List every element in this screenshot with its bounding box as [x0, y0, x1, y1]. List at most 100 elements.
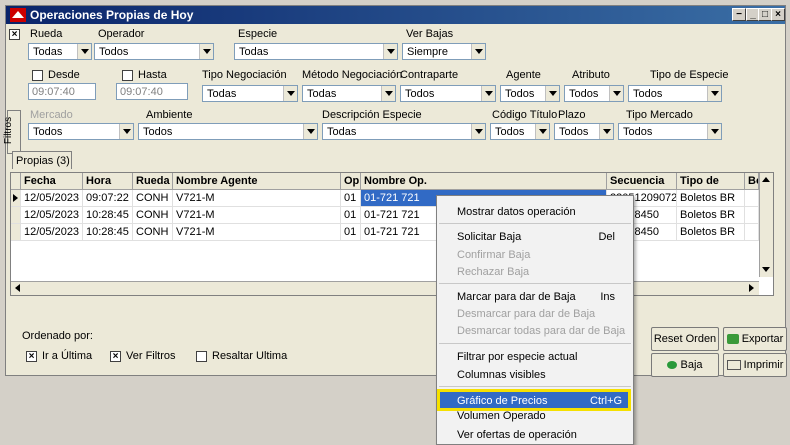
- contraparte-select[interactable]: Todos: [400, 85, 496, 102]
- column-header[interactable]: Hora: [83, 173, 133, 190]
- tipo-negociacion-select[interactable]: Todas: [202, 85, 298, 102]
- table-cell[interactable]: 10:28:45: [83, 207, 133, 224]
- exportar-button[interactable]: Exportar: [723, 327, 787, 351]
- menu-item-volumen-operado[interactable]: Volumen Operado: [457, 410, 546, 422]
- especie-select[interactable]: Todas: [234, 43, 398, 60]
- ir-ultima-checkbox[interactable]: ×: [26, 351, 37, 362]
- horizontal-scrollbar[interactable]: [11, 281, 759, 295]
- table-cell[interactable]: 12/05/2023: [21, 207, 83, 224]
- imprimir-button[interactable]: Imprimir: [723, 353, 787, 377]
- scroll-down-icon[interactable]: [762, 267, 770, 272]
- table-cell[interactable]: CONH: [133, 207, 173, 224]
- tipo-mercado-select[interactable]: Todos: [618, 123, 722, 140]
- menu-item-rechazar-baja[interactable]: Rechazar Baja: [457, 266, 529, 278]
- menu-item-mostrar-datos[interactable]: Mostrar datos operación: [457, 206, 576, 218]
- scroll-up-icon[interactable]: [762, 177, 770, 182]
- menu-item-solicitar-baja[interactable]: Solicitar Baja Del: [457, 231, 615, 243]
- baja-button[interactable]: Baja: [651, 353, 719, 377]
- desde-value: 09:07:40: [32, 86, 75, 98]
- resaltar-ultima-checkbox[interactable]: [196, 351, 207, 362]
- table-cell[interactable]: V721-M: [173, 190, 341, 207]
- chevron-down-icon: [707, 124, 721, 139]
- row-indicator-header: [11, 173, 21, 190]
- hasta-checkbox[interactable]: [122, 70, 133, 81]
- desde-checkbox[interactable]: [32, 70, 43, 81]
- reset-orden-button[interactable]: Reset Orden: [651, 327, 719, 351]
- mercado-select[interactable]: Todos: [28, 123, 134, 140]
- table-cell[interactable]: 01: [341, 190, 361, 207]
- menu-item-marcar-baja[interactable]: Marcar para dar de Baja Ins: [457, 291, 615, 303]
- filters-side-tab[interactable]: Filtros: [3, 110, 21, 154]
- ver-bajas-select[interactable]: Siempre: [402, 43, 486, 60]
- table-cell[interactable]: Boletos BR: [677, 207, 745, 224]
- table-cell[interactable]: 10:28:45: [83, 224, 133, 241]
- operador-label: Operador: [98, 28, 145, 40]
- close-icon[interactable]: ×: [771, 8, 785, 21]
- hasta-value: 09:07:40: [120, 86, 163, 98]
- column-header[interactable]: Bolet: [745, 173, 759, 190]
- menu-item-filtrar-especie[interactable]: Filtrar por especie actual: [457, 351, 577, 363]
- table-cell[interactable]: CONH: [133, 190, 173, 207]
- descripcion-especie-select[interactable]: Todas: [322, 123, 486, 140]
- ordenado-por-label: Ordenado por:: [22, 330, 93, 342]
- table-cell[interactable]: 12/05/2023: [21, 190, 83, 207]
- menu-item-ver-ofertas[interactable]: Ver ofertas de operación: [457, 429, 577, 441]
- close-filters-icon[interactable]: ×: [9, 29, 20, 40]
- hasta-input[interactable]: 09:07:40: [116, 83, 188, 100]
- table-cell[interactable]: [745, 190, 759, 207]
- row-indicator[interactable]: [11, 190, 21, 207]
- ver-filtros-label: Ver Filtros: [126, 350, 176, 362]
- tipo-mercado-value: Todos: [623, 126, 653, 138]
- codigo-titulo-select[interactable]: Todos: [490, 123, 550, 140]
- vertical-scrollbar[interactable]: [759, 173, 773, 277]
- table-cell[interactable]: V721-M: [173, 207, 341, 224]
- table-cell[interactable]: Boletos BR: [677, 190, 745, 207]
- rueda-select[interactable]: Todas: [28, 43, 92, 60]
- operador-value: Todos: [99, 46, 129, 58]
- plazo-select[interactable]: Todos: [554, 123, 614, 140]
- tab-propias[interactable]: Propias (3): [12, 151, 72, 169]
- column-header[interactable]: Secuencia: [607, 173, 677, 190]
- mercado-value: Todos: [33, 126, 63, 138]
- column-header[interactable]: Tipo de: [677, 173, 745, 190]
- table-cell[interactable]: [745, 207, 759, 224]
- menu-item-label: Confirmar Baja: [457, 249, 531, 261]
- menu-item-grafico-precios[interactable]: Gráfico de Precios Ctrl+G: [437, 389, 631, 411]
- table-cell[interactable]: 01: [341, 207, 361, 224]
- row-indicator[interactable]: [11, 207, 21, 224]
- atributo-select[interactable]: Todos: [564, 85, 624, 102]
- menu-item-desmarcar-baja[interactable]: Desmarcar para dar de Baja: [457, 308, 595, 320]
- tipo-especie-select[interactable]: Todos: [628, 85, 722, 102]
- table-cell[interactable]: CONH: [133, 224, 173, 241]
- ambiente-select[interactable]: Todos: [138, 123, 318, 140]
- column-header[interactable]: Fecha: [21, 173, 83, 190]
- table-cell[interactable]: 01: [341, 224, 361, 241]
- table-cell[interactable]: [745, 224, 759, 241]
- hasta-label: Hasta: [138, 69, 167, 81]
- row-indicator[interactable]: [11, 224, 21, 241]
- scroll-left-icon[interactable]: [15, 284, 20, 292]
- table-cell[interactable]: 12/05/2023: [21, 224, 83, 241]
- menu-item-desmarcar-todas[interactable]: Desmarcar todas para dar de Baja: [457, 325, 625, 337]
- column-header[interactable]: Op.: [341, 173, 361, 190]
- metodo-negociacion-select[interactable]: Todas: [302, 85, 396, 102]
- operador-select[interactable]: Todos: [94, 43, 214, 60]
- chevron-down-icon: [481, 86, 495, 101]
- table-cell[interactable]: V721-M: [173, 224, 341, 241]
- desde-input[interactable]: 09:07:40: [28, 83, 96, 100]
- menu-item-confirmar-baja[interactable]: Confirmar Baja: [457, 249, 530, 261]
- column-header[interactable]: Nombre Agente: [173, 173, 341, 190]
- column-header[interactable]: Nombre Op.: [361, 173, 607, 190]
- agente-select[interactable]: Todos: [500, 85, 560, 102]
- chevron-down-icon: [599, 124, 613, 139]
- table-cell[interactable]: Boletos BR: [677, 224, 745, 241]
- menu-separator: [439, 386, 631, 387]
- menu-item-columnas-visibles[interactable]: Columnas visibles: [457, 369, 546, 381]
- maximize-icon[interactable]: □: [758, 8, 772, 21]
- column-header[interactable]: Rueda: [133, 173, 173, 190]
- ver-filtros-checkbox[interactable]: ×: [110, 351, 121, 362]
- restore-icon[interactable]: −: [732, 8, 746, 21]
- table-cell[interactable]: 09:07:22: [83, 190, 133, 207]
- descripcion-especie-label: Descripción Especie: [322, 109, 422, 121]
- scroll-right-icon[interactable]: [749, 284, 754, 292]
